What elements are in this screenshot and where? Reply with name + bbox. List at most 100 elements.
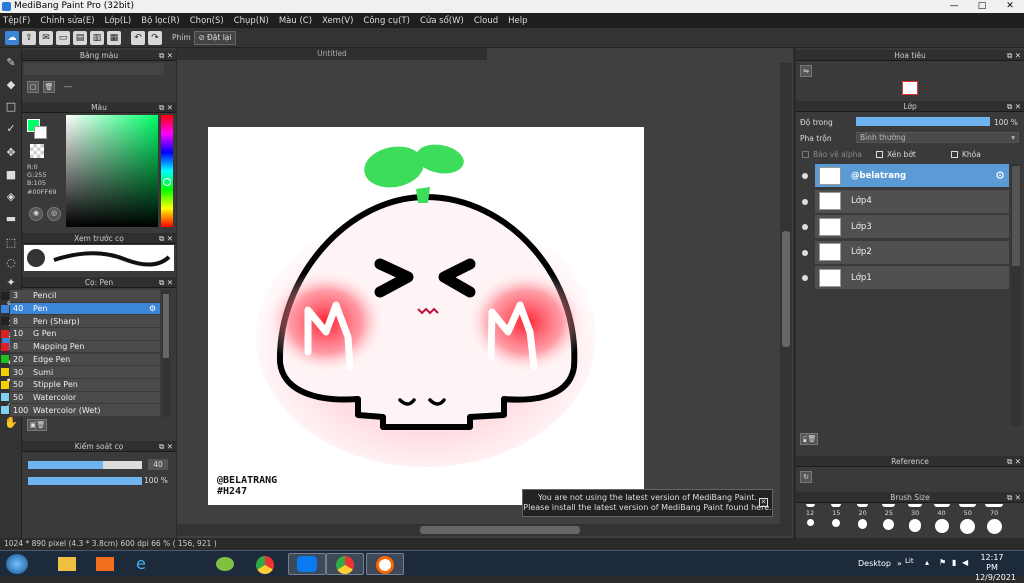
ie-taskbar-icon[interactable]: e [126,553,164,575]
lasso-tool-icon[interactable]: ◌ [2,254,20,272]
layer-row[interactable]: Lớp4 [815,189,1009,214]
show-hidden-icon[interactable]: ▴ [925,558,929,567]
document-icon[interactable]: ▤ [73,30,87,45]
chrome-window-taskbar-icon[interactable] [326,553,364,575]
explorer-taskbar-icon[interactable] [48,553,86,575]
media-player-taskbar-icon[interactable] [86,553,124,575]
start-button[interactable] [6,554,28,574]
horizontal-scroll-thumb[interactable] [420,526,580,534]
trash-icon[interactable]: 🗑 [43,81,55,93]
update-notification[interactable]: You are not using the latest version of … [522,489,773,517]
brush-item[interactable]: 50 Stipple Pen [1,378,160,392]
tray-arrow-icon[interactable]: » [897,559,902,568]
gear-icon[interactable]: ⚙ [995,169,1005,182]
new-page-icon[interactable]: ▢ [27,81,39,93]
menu-edit[interactable]: Chỉnh sửa(E) [40,16,94,26]
fill-rect-tool-icon[interactable]: ■ [2,166,20,184]
layer-row[interactable]: Lớp1 [815,266,1009,291]
grid-icon[interactable]: ▦ [107,30,121,45]
brush-size-preset[interactable]: 30 [903,504,927,538]
vertical-scrollbar[interactable] [780,63,792,536]
menu-file[interactable]: Tệp(F) [3,16,30,26]
brush-item[interactable]: 100 Watercolor (Wet) [1,404,160,417]
move-tool-icon[interactable]: ✥ [2,144,20,162]
secondary-color-swatch[interactable] [34,126,47,139]
brush-size-value[interactable]: 40 [148,459,168,470]
brush-item[interactable]: 8 Mapping Pen [1,340,160,354]
hue-slider[interactable] [161,115,173,227]
flag-icon[interactable]: ⚑ [939,558,946,567]
layer-row[interactable]: @belatrang ⚙ [815,164,1009,188]
clipping-option[interactable]: Xén bớt [876,150,916,159]
menu-window[interactable]: Cửa sổ(W) [420,16,464,26]
bucket-tool-icon[interactable]: ◈ [2,188,20,206]
select-tool-icon[interactable]: ⬚ [2,234,20,252]
brush-item[interactable]: 3 Pencil [1,290,160,303]
layer-opacity-slider[interactable] [856,117,990,126]
eraser-tool-icon[interactable]: ◆ [2,76,20,94]
eye-icon[interactable] [802,249,808,256]
layer-row[interactable]: Lớp2 [815,240,1009,265]
language-indicator[interactable]: Lit [905,557,914,565]
menu-layer[interactable]: Lớp(L) [105,16,132,26]
rectangle-tool-icon[interactable]: □ [2,98,20,116]
undo-icon[interactable]: ↶ [131,30,145,45]
trash-icon[interactable]: 🗑 [806,433,818,445]
gear-icon[interactable]: ⚙ [149,304,156,313]
chrome-taskbar-icon[interactable] [246,553,284,575]
close-icon[interactable]: ⧉ ✕ [159,233,173,244]
menu-color[interactable]: Màu (C) [279,16,312,26]
close-icon[interactable]: ⧉ ✕ [1007,50,1021,61]
brush-list-scroll-thumb[interactable] [163,294,169,358]
horizontal-scrollbar[interactable] [177,524,780,536]
reference-rotate-right-icon[interactable]: ↻ [800,471,812,483]
eye-icon[interactable] [802,198,808,205]
network-icon[interactable]: ▮ [952,558,956,567]
brush-tool-icon[interactable]: ✎ [2,54,20,72]
menu-view[interactable]: Xem(V) [322,16,353,26]
layer-scrollbar[interactable] [1011,164,1021,426]
close-icon[interactable]: ⧉ ✕ [159,441,173,452]
reset-button[interactable]: ⊘ Đặt lại [193,30,237,45]
blend-mode-select[interactable]: Bình thường ▾ [856,132,1019,143]
lock-option[interactable]: Khóa [951,150,981,159]
document-tab[interactable]: Untitled [177,48,487,60]
layer-scroll-thumb[interactable] [1012,166,1020,266]
brush-item[interactable]: 8 Pen (Sharp) [1,315,160,329]
brush-size-preset[interactable]: 25 [877,504,901,538]
dot-tool-icon[interactable]: ✓ [2,120,20,138]
menu-help[interactable]: Help [508,16,527,26]
vertical-scroll-thumb[interactable] [782,231,790,347]
volume-icon[interactable]: ◀ [962,558,968,567]
close-button[interactable]: ✕ [996,0,1024,13]
maximize-button[interactable]: □ [968,0,996,13]
menu-filter[interactable]: Bộ lọc(R) [141,16,180,26]
palette-icon[interactable]: ◉ [29,207,43,221]
hue-handle[interactable] [163,178,171,186]
redo-icon[interactable]: ↷ [148,30,162,45]
navigator-thumbnail[interactable] [902,81,918,95]
brush-size-preset[interactable]: 20 [851,504,875,538]
close-icon[interactable]: ⧉ ✕ [159,102,173,113]
flip-icon[interactable]: ⇋ [800,65,812,77]
checkbox-icon[interactable] [876,151,883,158]
minimize-button[interactable]: — [940,0,968,13]
close-icon[interactable]: ✕ [759,498,768,507]
brush-item[interactable]: 10 G Pen [1,328,160,341]
drawing-paper[interactable]: @BELATRANG #H247 [208,127,644,505]
brush-size-preset[interactable]: 12 [798,504,822,538]
menu-tools[interactable]: Công cụ(T) [363,16,410,26]
brush-item[interactable]: 30 Sumi [1,366,160,379]
paint-taskbar-icon[interactable] [206,553,244,575]
export-icon[interactable]: ⇪ [22,30,36,45]
desktop-toolbar[interactable]: Desktop [858,559,891,568]
close-icon[interactable]: ⧉ ✕ [159,277,173,288]
brush-item[interactable]: 20 Edge Pen [1,353,160,367]
close-icon[interactable]: ⧉ ✕ [1007,456,1021,467]
brush-size-preset[interactable]: 15 [824,504,848,538]
eye-icon[interactable] [802,173,808,179]
menu-cloud[interactable]: Cloud [474,16,498,26]
comment-icon[interactable]: ✉ [39,30,53,45]
menu-snap[interactable]: Chụp(N) [234,16,269,26]
zalo-taskbar-icon[interactable] [288,553,326,575]
